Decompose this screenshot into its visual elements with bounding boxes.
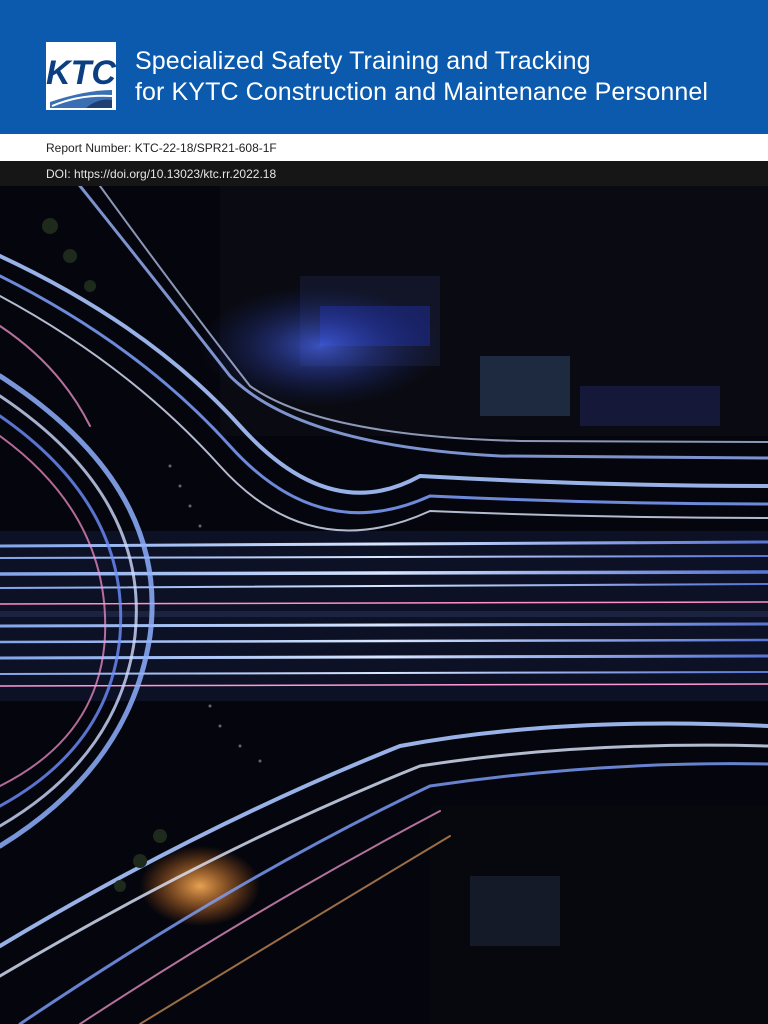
report-title-line-1: Specialized Safety Training and Tracking <box>135 47 591 75</box>
doi-link[interactable]: DOI: https://doi.org/10.13023/ktc.rr.202… <box>46 167 276 181</box>
report-title-line-2: for KYTC Construction and Maintenance Pe… <box>135 78 709 106</box>
ktc-logo: KTC <box>46 42 116 110</box>
cover-header: KTC Specialized Safety Training and Trac… <box>0 0 768 134</box>
report-number-bar: Report Number: KTC-22-18/SPR21-608-1F <box>0 134 768 161</box>
cover-photo-highway-interchange <box>0 186 768 1024</box>
report-cover: KTC Specialized Safety Training and Trac… <box>0 0 768 1024</box>
logo-text: KTC <box>46 54 116 92</box>
doi-bar: DOI: https://doi.org/10.13023/ktc.rr.202… <box>0 161 768 186</box>
report-number: Report Number: KTC-22-18/SPR21-608-1F <box>46 141 277 155</box>
report-title: Specialized Safety Training and Tracking… <box>135 46 755 108</box>
